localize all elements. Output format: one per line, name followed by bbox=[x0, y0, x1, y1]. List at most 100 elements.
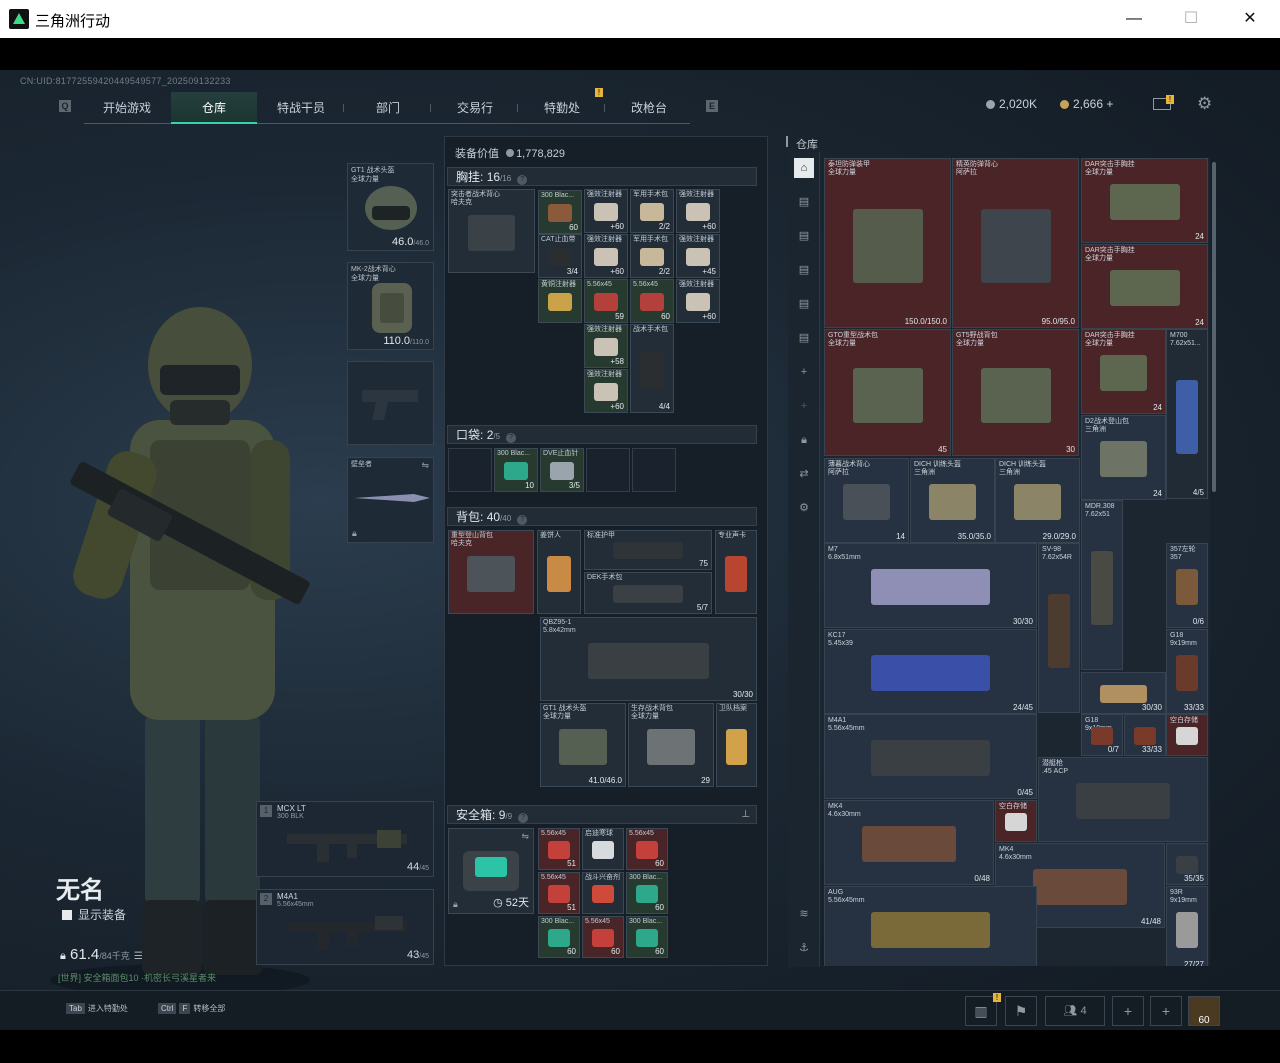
stash-item[interactable]: 空白存储 bbox=[995, 800, 1037, 842]
stash-item[interactable]: 30/30 bbox=[1081, 672, 1166, 714]
chest-item[interactable]: CAT止血带 3/4 bbox=[538, 234, 582, 278]
safebox-item[interactable]: 300 Blac... 60 bbox=[626, 872, 668, 914]
prev-tab-key[interactable]: Q bbox=[59, 100, 71, 112]
backpack-item[interactable]: 卫队档案 bbox=[716, 703, 757, 787]
chest-item[interactable]: 军用手术包 2/2 bbox=[630, 234, 674, 278]
chest-item[interactable]: 强效注射器 +60 bbox=[584, 234, 628, 278]
coin-balance[interactable]: 2,020K bbox=[986, 97, 1037, 111]
help-icon[interactable]: ? bbox=[506, 433, 517, 443]
stash-page-3-icon[interactable]: ▤ bbox=[794, 260, 814, 280]
safebox-item[interactable]: 300 Blac... 60 bbox=[626, 916, 668, 958]
primary-weapon-slot[interactable]: 1 MCX LT 300 BLK 44/45 bbox=[256, 801, 434, 877]
tab-start-game[interactable]: 开始游戏 bbox=[84, 92, 170, 124]
safebox-item[interactable]: 5.56x45 60 bbox=[626, 828, 668, 870]
stash-item[interactable]: G189x19mm0/7 bbox=[1081, 714, 1123, 756]
stash-page-1-icon[interactable]: ▤ bbox=[794, 192, 814, 212]
stash-item[interactable]: 潜艇枪 .45 ACP bbox=[1038, 757, 1208, 842]
stash-item[interactable]: DICH 训练头盔 三角洲 29.0/29.0 bbox=[995, 458, 1080, 543]
anchor-icon[interactable]: ⚓ bbox=[794, 938, 814, 958]
flag-icon[interactable]: ⚑ bbox=[1005, 996, 1037, 1026]
close-button[interactable]: ✕ bbox=[1227, 4, 1273, 34]
safebox-item[interactable]: 战斗兴奋剂 bbox=[582, 872, 624, 914]
sort-icon[interactable]: ⇄ bbox=[794, 464, 814, 484]
stash-item[interactable]: M700 7.62x51... 4/5 bbox=[1166, 329, 1208, 499]
pistol-slot[interactable] bbox=[347, 361, 434, 445]
pocket-item[interactable]: DVE止血针 3/5 bbox=[540, 448, 584, 492]
chest-item[interactable]: 突击者战术背心 哈夫克 bbox=[448, 189, 535, 273]
empty-pocket-slot[interactable] bbox=[586, 448, 630, 492]
lock-icon[interactable]: 🔒︎ bbox=[794, 430, 814, 450]
list-icon[interactable]: ☰ bbox=[134, 951, 143, 962]
stash-item[interactable]: DAR突击手胸挂 全球力量 24 bbox=[1081, 329, 1166, 414]
backpack-item[interactable]: 专业声卡 bbox=[715, 530, 757, 614]
stash-item[interactable]: G18 9x19mm 33/33 bbox=[1166, 629, 1208, 714]
safebox-item[interactable]: 5.56x45 60 bbox=[582, 916, 624, 958]
tab-gunsmith[interactable]: 改枪台 bbox=[606, 92, 692, 124]
add-page-icon[interactable]: + bbox=[794, 396, 814, 416]
stash-item[interactable]: DAR突击手胸挂 全球力量 24 bbox=[1081, 158, 1208, 243]
tab-special-ops[interactable]: 特勤处 bbox=[519, 92, 605, 124]
help-icon[interactable]: ? bbox=[517, 175, 528, 185]
pin-icon[interactable]: ⊥ bbox=[741, 806, 750, 824]
melee-slot[interactable]: 壁垒者 ⇋ 🔒︎ bbox=[347, 457, 434, 543]
safebox-container[interactable]: ⇋ 🔒︎ ◷ 52天 bbox=[448, 828, 534, 914]
stash-item[interactable]: DAR突击手胸挂 全球力量 24 bbox=[1081, 244, 1208, 329]
help-icon[interactable]: ? bbox=[518, 813, 529, 823]
maximize-button[interactable]: ☐ bbox=[1168, 4, 1214, 34]
empty-pocket-slot[interactable] bbox=[632, 448, 676, 492]
safebox-item[interactable]: 启迪寒球 bbox=[582, 828, 624, 870]
chest-item[interactable]: 强效注射器 +60 bbox=[676, 279, 720, 323]
friends-button[interactable]: 👥︎ 4 bbox=[1045, 996, 1105, 1026]
chest-item[interactable]: 强效注射器 +60 bbox=[676, 189, 720, 233]
safebox-item[interactable]: 5.56x45 51 bbox=[538, 872, 580, 914]
stash-item[interactable]: KC17 5.45x39 24/45 bbox=[824, 629, 1037, 714]
stash-item[interactable]: M4A1 5.56x45mm 0/45 bbox=[824, 714, 1037, 799]
transfer-all-hint[interactable]: Ctrl F 转移全部 bbox=[158, 1003, 225, 1014]
tab-stash[interactable]: 仓库 bbox=[171, 92, 257, 124]
layers-icon[interactable]: ≋ bbox=[794, 904, 814, 924]
secondary-weapon-slot[interactable]: 2 M4A1 5.56x45mm 43/45 bbox=[256, 889, 434, 965]
stash-page-5-icon[interactable]: ▤ bbox=[794, 328, 814, 348]
backpack-item[interactable]: GT1 战术头盔 全球力量 41.0/46.0 bbox=[540, 703, 626, 787]
chest-item[interactable]: 5.56x45 59 bbox=[584, 279, 628, 323]
chest-item[interactable]: 黄铜注射器 bbox=[538, 279, 582, 323]
settings-gear-icon[interactable]: ⚙ bbox=[794, 498, 814, 518]
stash-item[interactable]: 93R 9x19mm 27/27 bbox=[1166, 886, 1208, 966]
swap-icon[interactable]: ⇋ bbox=[521, 831, 529, 842]
backpack-item[interactable]: 生存战术背包 全球力量 29 bbox=[628, 703, 714, 787]
stash-item[interactable]: 空白存储 bbox=[1166, 714, 1208, 756]
chest-item[interactable]: 强效注射器 +58 bbox=[584, 324, 628, 368]
stash-all-icon[interactable]: ⌂ bbox=[794, 158, 814, 178]
backpack-item[interactable]: 姜饼人 bbox=[537, 530, 581, 614]
settings-gear-icon[interactable]: ⚙ bbox=[1197, 94, 1212, 114]
show-gear-toggle[interactable]: 显示装备 bbox=[62, 906, 126, 923]
stash-item[interactable]: 357左轮 357 0/6 bbox=[1166, 543, 1208, 628]
stash-scrollbar[interactable] bbox=[1212, 162, 1216, 492]
tab-market[interactable]: 交易行 bbox=[432, 92, 518, 124]
chest-item[interactable]: 强效注射器 +60 bbox=[584, 369, 628, 413]
tab-operators[interactable]: 特战干员 bbox=[258, 92, 344, 124]
enter-special-ops-hint[interactable]: Tab 进入特勤处 bbox=[66, 1003, 128, 1014]
chest-item[interactable]: 军用手术包 2/2 bbox=[630, 189, 674, 233]
stash-item[interactable]: GT5野战背包 全球力量 30 bbox=[952, 329, 1079, 456]
swap-icon[interactable]: ⇋ bbox=[421, 460, 429, 471]
safebox-item[interactable]: 300 Blac... 60 bbox=[538, 916, 580, 958]
stash-item[interactable]: 精英防弹背心 阿萨拉 95.0/95.0 bbox=[952, 158, 1079, 328]
chest-item[interactable]: 300 Blac... 60 bbox=[538, 190, 582, 234]
backpack-item[interactable]: 重型登山背包 哈夫克 bbox=[448, 530, 534, 614]
chest-item[interactable]: 5.56x45 60 bbox=[630, 279, 674, 323]
add-teammate-button[interactable]: + bbox=[1112, 996, 1144, 1026]
next-tab-key[interactable]: E bbox=[706, 100, 718, 112]
empty-pocket-slot[interactable] bbox=[448, 448, 492, 492]
stash-item[interactable]: AUG 5.56x45mm bbox=[824, 886, 1037, 966]
pocket-item[interactable]: 300 Blac... 10 bbox=[494, 448, 538, 492]
stash-item[interactable]: 35/35 bbox=[1166, 843, 1208, 885]
stash-item[interactable]: MK4 4.6x30mm 0/48 bbox=[824, 800, 994, 885]
minimize-button[interactable]: — bbox=[1111, 4, 1157, 34]
backpack-item[interactable]: QBZ95-1 5.8x42mm 30/30 bbox=[540, 617, 757, 701]
helmet-slot[interactable]: GT1 战术头盔 全球力量 46.0/46.0 bbox=[347, 163, 434, 251]
safebox-item[interactable]: 5.56x45 51 bbox=[538, 828, 580, 870]
tab-department[interactable]: 部门 bbox=[345, 92, 431, 124]
stash-item[interactable]: D2战术登山包 三角洲 24 bbox=[1081, 415, 1166, 500]
add-teammate-button[interactable]: + bbox=[1150, 996, 1182, 1026]
